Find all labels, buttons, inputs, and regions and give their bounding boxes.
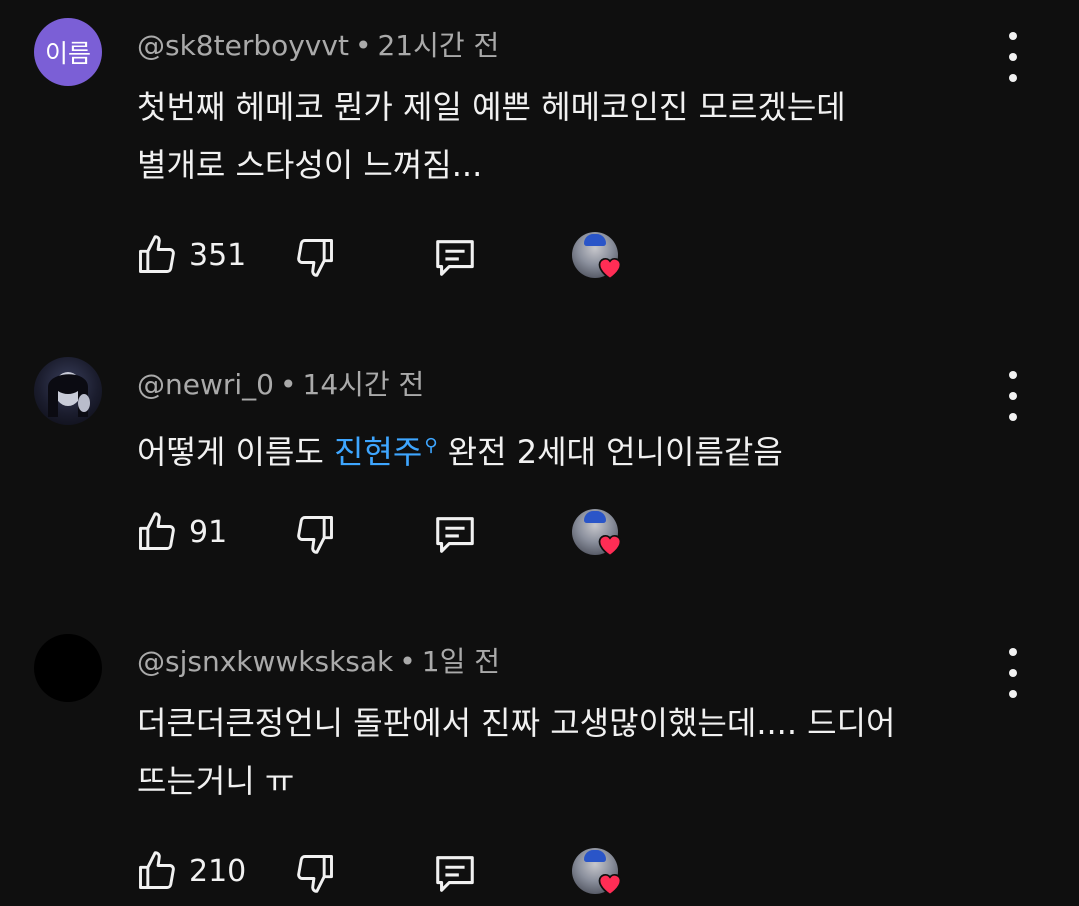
avatar[interactable]: [34, 357, 102, 425]
author-handle[interactable]: @sjsnxkwwksksak: [137, 645, 393, 678]
thumbs-up-icon: [139, 512, 175, 550]
creator-heart-icon: [598, 257, 622, 280]
thumbs-up-icon: [139, 235, 175, 273]
comment-line: 뜨는거니 ㅠ: [137, 762, 295, 800]
more-vert-icon: [1009, 32, 1017, 40]
creator-heart-badge: [572, 232, 628, 288]
comment-time[interactable]: 21시간 전: [377, 29, 499, 62]
separator-dot: •: [279, 368, 297, 401]
creator-heart-icon: [598, 534, 622, 557]
like-count: 351: [189, 237, 247, 273]
avatar[interactable]: 이름: [34, 18, 102, 86]
dislike-button[interactable]: [293, 850, 337, 896]
like-button[interactable]: 351: [135, 232, 246, 278]
reply-button[interactable]: [431, 234, 479, 280]
comment-line: 더큰더큰정언니 돌판에서 진짜 고생많이했는데.... 드디어: [137, 704, 896, 742]
like-count: 210: [189, 853, 247, 889]
reply-icon: [436, 240, 474, 276]
reply-button[interactable]: [431, 850, 479, 896]
comment-time[interactable]: 14시간 전: [303, 368, 425, 401]
more-options-button[interactable]: [1000, 371, 1026, 421]
avatar-initials: 이름: [44, 39, 91, 68]
comment-line: 별개로 스타성이 느껴짐...: [137, 146, 483, 184]
dislike-button[interactable]: [293, 511, 337, 557]
thumbs-down-icon: [297, 516, 333, 554]
more-vert-icon: [1009, 648, 1017, 656]
author-handle[interactable]: @newri_0: [137, 368, 274, 401]
like-count: 91: [189, 514, 228, 550]
like-button[interactable]: 91: [135, 509, 227, 555]
more-options-button[interactable]: [1000, 32, 1026, 82]
separator-dot: •: [399, 645, 416, 678]
creator-heart-badge: [572, 509, 628, 565]
reply-icon: [436, 517, 474, 553]
comment-time[interactable]: 1일 전: [422, 645, 500, 678]
reply-button[interactable]: [431, 511, 479, 557]
comment-meta: @newri_0 • 14시간 전: [137, 363, 424, 403]
dislike-button[interactable]: [293, 234, 337, 280]
comment-meta: @sk8terboyvvt • 21시간 전: [137, 24, 499, 64]
comment-text: 더큰더큰정언니 돌판에서 진짜 고생많이했는데.... 드디어 뜨는거니 ㅠ: [137, 694, 1017, 810]
search-icon: ⚲: [424, 435, 438, 456]
avatar[interactable]: [34, 634, 102, 702]
thumbs-down-icon: [297, 239, 333, 277]
thumbs-up-icon: [139, 851, 175, 889]
comment-text: 첫번째 헤메코 뭔가 제일 예쁜 헤메코인진 모르겠는데 별개로 스타성이 느껴…: [137, 78, 1017, 194]
comment-line: 첫번째 헤메코 뭔가 제일 예쁜 헤메코인진 모르겠는데: [137, 88, 846, 126]
separator-dot: •: [354, 29, 372, 62]
comment-text: 어떻게 이름도 진현주 ⚲ 완전 2세대 언니이름같음: [137, 417, 1017, 481]
creator-heart-icon: [598, 873, 622, 896]
comment-line: 어떻게 이름도 진현주 ⚲ 완전 2세대 언니이름같음: [137, 433, 783, 471]
more-vert-icon: [1009, 371, 1017, 379]
comment-meta: @sjsnxkwwksksak • 1일 전: [137, 640, 500, 680]
search-link[interactable]: 진현주 ⚲: [334, 433, 438, 471]
more-options-button[interactable]: [1000, 648, 1026, 698]
reply-icon: [436, 856, 474, 892]
author-handle[interactable]: @sk8terboyvvt: [137, 29, 349, 62]
creator-heart-badge: [572, 848, 628, 904]
thumbs-down-icon: [297, 855, 333, 893]
like-button[interactable]: 210: [135, 848, 246, 894]
profile-photo: [48, 372, 90, 417]
